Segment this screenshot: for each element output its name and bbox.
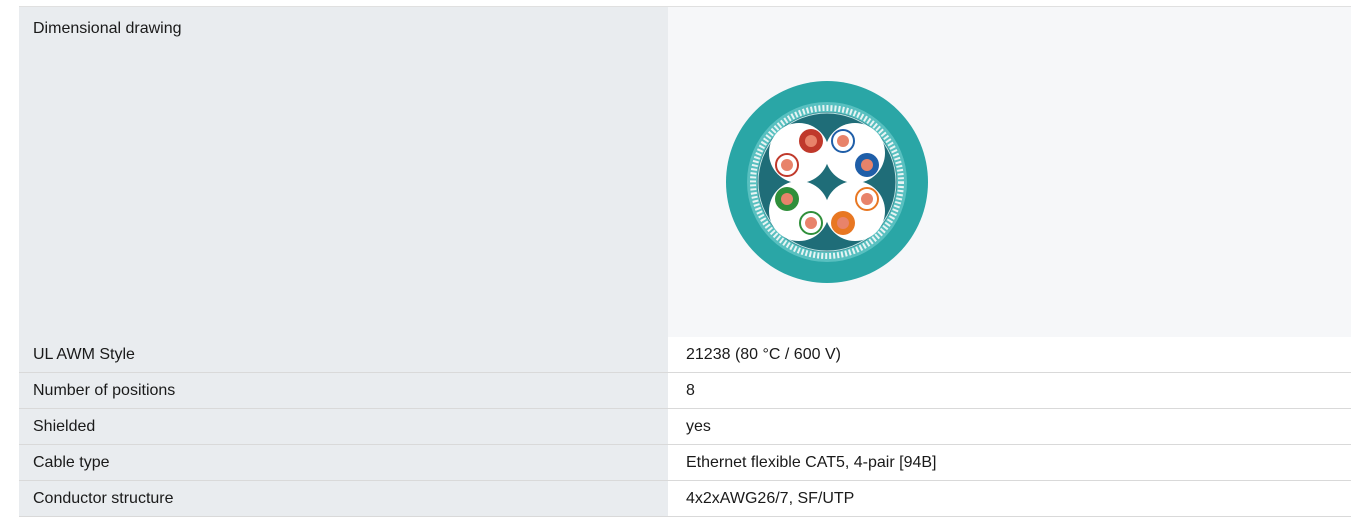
spec-value: 8 — [668, 373, 1351, 408]
spec-value: 21238 (80 °C / 600 V) — [668, 337, 1351, 372]
spec-value-image — [668, 7, 1351, 337]
spec-row-shielded: Shielded yes — [19, 409, 1351, 445]
spec-label: Cable type — [19, 445, 668, 480]
spec-row-dimensional-drawing: Dimensional drawing — [19, 7, 1351, 337]
spec-label: Shielded — [19, 409, 668, 444]
spec-value: 4x2xAWG26/7, SF/UTP — [668, 481, 1351, 516]
spec-row-number-of-positions: Number of positions 8 — [19, 373, 1351, 409]
spec-label: Conductor structure — [19, 481, 668, 516]
spec-table: Dimensional drawing UL AWM Style 21238 (… — [19, 6, 1351, 517]
spec-value: Ethernet flexible CAT5, 4-pair [94B] — [668, 445, 1351, 480]
spec-label: UL AWM Style — [19, 337, 668, 372]
spec-label: Dimensional drawing — [19, 7, 668, 337]
spec-label: Number of positions — [19, 373, 668, 408]
spec-row-ul-awm-style: UL AWM Style 21238 (80 °C / 600 V) — [19, 337, 1351, 373]
cable-cross-section-icon — [726, 81, 928, 283]
spec-value: yes — [668, 409, 1351, 444]
spec-row-cable-type: Cable type Ethernet flexible CAT5, 4-pai… — [19, 445, 1351, 481]
spec-row-conductor-structure: Conductor structure 4x2xAWG26/7, SF/UTP — [19, 481, 1351, 517]
